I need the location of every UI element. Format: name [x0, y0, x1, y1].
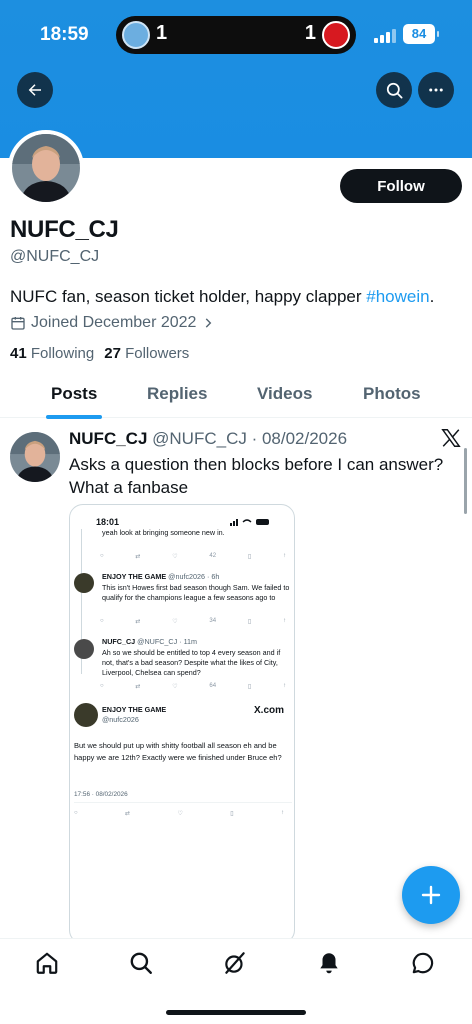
embedded-reply1-meta: @nufc2026 · 6h — [168, 572, 220, 581]
chevron-right-icon — [206, 318, 212, 328]
embedded-reply1-actions: ○ ⇄ ♡ 34 ▯ ↑ — [100, 618, 286, 625]
profile-tabs: Posts Replies Videos Photos — [0, 374, 472, 419]
embedded-status-icons — [230, 519, 269, 526]
bio-end: . — [429, 287, 435, 306]
embedded-reply1-avatar — [74, 573, 94, 593]
away-team-crest-icon — [322, 21, 350, 49]
home-icon — [36, 952, 58, 974]
embedded-reply1-name: ENJOY THE GAME — [102, 572, 167, 581]
embedded-reply1-text: This isn't Howes first bad season though… — [102, 583, 290, 602]
tab-posts[interactable]: Posts — [51, 384, 97, 404]
following-label: Following — [30, 345, 95, 362]
embedded-reply2-name: NUFC_CJ — [102, 637, 136, 646]
following-count: 41 — [10, 345, 27, 362]
compose-button[interactable] — [402, 866, 460, 924]
embedded-reply2-text: Ah so we should be entitled to top 4 eve… — [102, 648, 281, 677]
compose-plus-icon — [421, 885, 441, 905]
embedded-top-text: yeah look at bringing someone new in. — [102, 528, 225, 537]
x-logo-icon — [440, 427, 462, 449]
profile-handle: @NUFC_CJ — [10, 248, 100, 265]
tab-replies[interactable]: Replies — [147, 384, 207, 404]
embedded-top-views: 42 — [209, 553, 217, 559]
embedded-reply2-meta: @NUFC_CJ · 11m — [137, 637, 198, 646]
post-image[interactable]: 18:01 yeah look at bringing someone new … — [69, 504, 295, 944]
home-score: 1 — [156, 22, 168, 44]
grok-icon — [225, 952, 245, 974]
embedded-reply2-actions: ○ ⇄ ♡ 64 ▯ ↑ — [100, 683, 286, 690]
post-handle-date: @NUFC_CJ · 08/02/2026 — [152, 429, 348, 448]
embedded-main-text: But we should put up with shitty footbal… — [74, 741, 282, 762]
post-header: NUFC_CJ @NUFC_CJ · 08/02/2026 — [69, 429, 347, 449]
embedded-reply1-header: ENJOY THE GAME @nufc2026 · 6h — [102, 572, 219, 581]
away-score: 1 — [304, 22, 316, 44]
follow-counts: 41 Following 27 Followers — [10, 345, 189, 362]
follow-button[interactable]: Follow — [340, 169, 462, 203]
nav-messages[interactable] — [408, 948, 438, 978]
post-text: Asks a question then blocks before I can… — [69, 455, 444, 497]
bio-text: NUFC fan, season ticket holder, happy cl… — [10, 287, 367, 306]
nav-search[interactable] — [126, 948, 156, 978]
more-button[interactable] — [418, 72, 454, 108]
followers-link[interactable]: 27 Followers — [104, 345, 189, 362]
following-link[interactable]: 41 Following — [10, 345, 94, 362]
tab-photos[interactable]: Photos — [363, 384, 421, 404]
avatar-photo — [10, 432, 60, 482]
cellular-signal-icon — [374, 29, 396, 43]
search-icon — [386, 82, 402, 98]
profile-bio: NUFC fan, season ticket holder, happy cl… — [10, 287, 434, 307]
joined-date[interactable]: Joined December 2022 — [10, 314, 215, 332]
followers-label: Followers — [125, 345, 190, 362]
nav-notifications[interactable] — [314, 948, 344, 978]
tab-videos[interactable]: Videos — [257, 384, 312, 404]
messages-icon — [412, 952, 434, 974]
scrollbar[interactable] — [464, 448, 467, 514]
live-activity[interactable]: 1 1 — [116, 16, 356, 54]
embedded-main-avatar — [74, 703, 98, 727]
active-tab-indicator — [46, 415, 102, 419]
followers-count: 27 — [104, 345, 121, 362]
joined-label: Joined December 2022 — [31, 314, 197, 331]
display-name: NUFC_CJ — [10, 216, 119, 243]
embedded-divider — [74, 802, 292, 803]
embedded-main-name: ENJOY THE GAME — [102, 705, 167, 714]
notifications-icon — [320, 953, 338, 974]
embedded-main-actions: ○ ⇄ ♡ ▯ ↑ — [74, 810, 284, 817]
status-time: 18:59 — [40, 24, 89, 45]
embedded-top-actions: ○ ⇄ ♡ 42 ▯ ↑ — [100, 553, 286, 560]
back-button[interactable] — [17, 72, 53, 108]
more-horizontal-icon — [429, 88, 443, 92]
embedded-reply2-avatar — [74, 639, 94, 659]
post-author-name[interactable]: NUFC_CJ — [69, 429, 147, 448]
embedded-status-time: 18:01 — [96, 517, 120, 527]
avatar-photo — [12, 134, 80, 202]
bio-hashtag-link[interactable]: #howein — [366, 287, 429, 306]
embedded-main-timestamp: 17:56 · 08/02/2026 — [74, 791, 128, 798]
home-team-crest-icon — [122, 21, 150, 49]
nav-home[interactable] — [32, 948, 62, 978]
search-button[interactable] — [376, 72, 412, 108]
battery-indicator: 84 — [403, 24, 439, 44]
calendar-icon — [11, 317, 25, 330]
post-avatar[interactable] — [10, 432, 60, 482]
embedded-reply1-views: 34 — [209, 618, 217, 624]
embedded-reply2-views: 64 — [209, 683, 217, 689]
embedded-main-handle: @nufc2026 — [102, 715, 139, 724]
search-icon — [130, 952, 152, 974]
embedded-reply2-header: NUFC_CJ @NUFC_CJ · 11m — [102, 637, 197, 646]
embedded-xcom-label: X.com — [254, 705, 285, 716]
nav-grok[interactable] — [220, 948, 250, 978]
home-indicator[interactable] — [166, 1010, 306, 1015]
profile-avatar[interactable] — [8, 130, 84, 206]
arrow-left-icon — [28, 84, 41, 96]
